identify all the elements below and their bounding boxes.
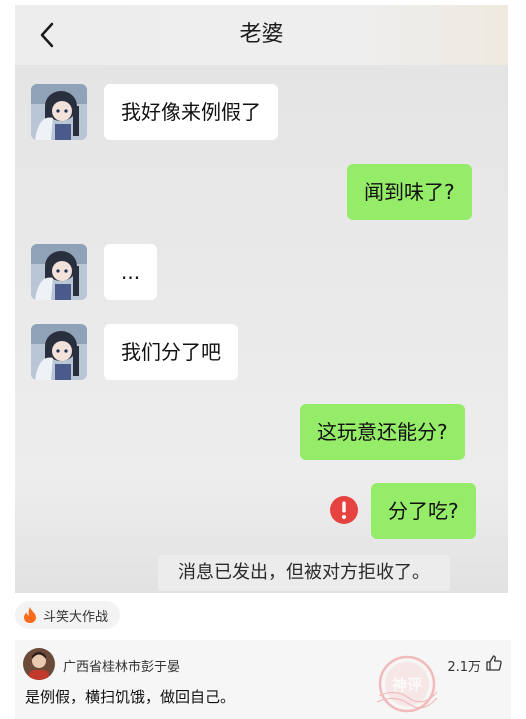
- god-comment-stamp-icon: 神评: [376, 655, 438, 713]
- user-avatar-icon: [23, 648, 55, 680]
- commenter-avatar[interactable]: [23, 648, 55, 680]
- send-failed-icon[interactable]: [329, 495, 359, 525]
- chat-screenshot: 老婆 我好像来例假了 闻到味了? ... 我们分了吧 这玩意还能分? 分了吃? …: [15, 5, 508, 593]
- contact-avatar[interactable]: [31, 324, 87, 380]
- thumbs-up-icon[interactable]: [485, 654, 503, 672]
- commenter-name[interactable]: 广西省桂林市彭于晏: [63, 656, 180, 675]
- anime-girl-avatar-icon: [31, 84, 87, 140]
- comment-card: 广西省桂林市彭于晏 2.1万 神评 是例假，横扫饥饿，做回自己。: [15, 640, 511, 719]
- svg-text:神评: 神评: [392, 676, 422, 694]
- system-rejection-tip: 消息已发出，但被对方拒收了。: [158, 555, 450, 591]
- outgoing-message-bubble[interactable]: 这玩意还能分?: [300, 404, 465, 460]
- anime-girl-avatar-icon: [31, 244, 87, 300]
- incoming-message-bubble[interactable]: 我好像来例假了: [104, 84, 278, 140]
- like-count: 2.1万: [447, 660, 481, 675]
- incoming-message-bubble[interactable]: 我们分了吧: [104, 324, 238, 380]
- contact-avatar[interactable]: [31, 244, 87, 300]
- outgoing-message-bubble[interactable]: 分了吃?: [371, 483, 476, 539]
- chat-nav-bar: 老婆: [15, 5, 508, 65]
- incoming-message-bubble[interactable]: ...: [104, 244, 158, 300]
- topic-label: 斗笑大作战: [43, 609, 109, 625]
- contact-avatar[interactable]: [31, 84, 87, 140]
- outgoing-message-bubble[interactable]: 闻到味了?: [347, 164, 472, 220]
- chat-title: 老婆: [239, 22, 284, 47]
- topic-chip[interactable]: 斗笑大作战: [15, 601, 121, 629]
- comment-text: 是例假，横扫饥饿，做回自己。: [25, 688, 236, 706]
- anime-girl-avatar-icon: [31, 324, 87, 380]
- fire-icon: [24, 607, 36, 623]
